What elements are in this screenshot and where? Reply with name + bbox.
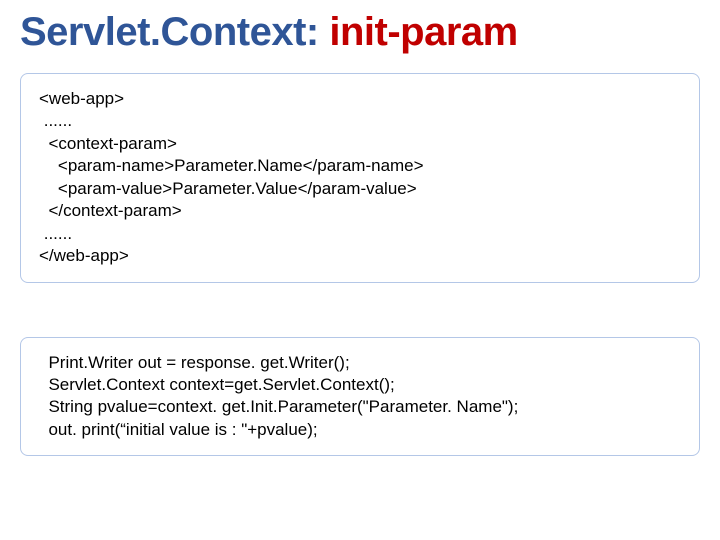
title-part-initparam: init-param (329, 10, 517, 54)
code-box-java: Print.Writer out = response. get.Writer(… (20, 337, 700, 457)
title-part-context: Servlet.Context: (20, 10, 329, 54)
code-box-webxml: <web-app> ...... <context-param> <param-… (20, 73, 700, 283)
spacer (20, 283, 700, 337)
slide-title: Servlet.Context: init-param (20, 10, 700, 55)
slide-container: Servlet.Context: init-param <web-app> ..… (0, 0, 720, 540)
